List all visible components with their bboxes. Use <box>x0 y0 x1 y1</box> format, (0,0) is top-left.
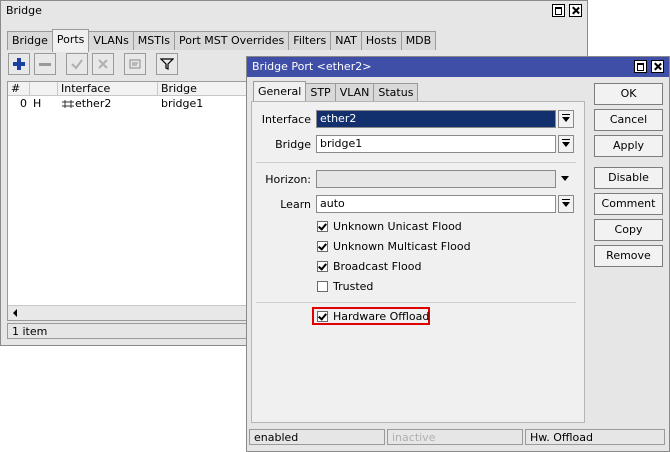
cross-icon <box>98 59 108 69</box>
ok-button[interactable]: OK <box>594 83 663 105</box>
bridge-status: 1 item <box>7 323 249 339</box>
learn-label: Learn <box>280 198 311 211</box>
unknown-multicast-flood-checkbox[interactable] <box>317 241 328 252</box>
row-flag: H <box>33 97 42 110</box>
dialog-maximize-icon[interactable] <box>634 60 647 73</box>
filter-button[interactable] <box>156 53 178 75</box>
unknown-unicast-flood-checkbox[interactable] <box>317 221 328 232</box>
add-button[interactable] <box>8 53 30 75</box>
status-enabled: enabled <box>249 429 385 445</box>
maximize-icon[interactable] <box>552 4 565 17</box>
table-row[interactable]: 0 H ether2 bridge1 <box>8 97 250 111</box>
row-interface: ether2 <box>75 97 112 110</box>
bridge-toolbar <box>8 53 178 75</box>
learn-select[interactable]: auto <box>316 195 556 213</box>
interface-label: Interface <box>261 113 311 126</box>
interface-select[interactable]: ether2 <box>316 110 556 128</box>
unknown-multicast-flood-label: Unknown Multicast Flood <box>333 240 471 253</box>
horizon-expand-icon[interactable] <box>558 170 574 188</box>
ports-table: # Interface Bridge 0 H ether2 bridge1 <box>7 81 250 321</box>
horizon-label: Horizon: <box>265 173 311 186</box>
trusted-label: Trusted <box>333 280 374 293</box>
tab-vlan[interactable]: VLAN <box>334 83 375 102</box>
tab-ports[interactable]: Ports <box>51 29 90 52</box>
check-icon <box>71 59 83 70</box>
bridge-window-title: Bridge <box>6 4 42 17</box>
learn-dropdown-icon[interactable] <box>558 195 574 213</box>
dialog-titlebar[interactable]: Bridge Port <ether2> <box>247 57 669 77</box>
remove-button[interactable] <box>34 53 56 75</box>
horizon-field[interactable] <box>316 170 556 188</box>
separator <box>256 302 576 303</box>
row-interface-cell: ether2 <box>58 97 158 111</box>
filter-icon <box>160 58 174 70</box>
minus-icon <box>39 63 51 66</box>
dialog-title: Bridge Port <ether2> <box>252 60 372 73</box>
ethernet-icon <box>62 100 74 108</box>
trusted-checkbox[interactable] <box>317 281 328 292</box>
tab-mdb[interactable]: MDB <box>400 31 437 50</box>
broadcast-flood-label: Broadcast Flood <box>333 260 422 273</box>
col-number[interactable]: # <box>8 82 30 96</box>
disable-button[interactable] <box>92 53 114 75</box>
scroll-left-icon[interactable] <box>10 307 20 319</box>
interface-dropdown-icon[interactable] <box>558 110 574 128</box>
bridge-select[interactable]: bridge1 <box>316 135 556 153</box>
table-header: # Interface Bridge <box>8 82 250 96</box>
hardware-offload-label: Hardware Offload <box>333 310 430 323</box>
broadcast-flood-checkbox[interactable] <box>317 261 328 272</box>
dialog-close-icon[interactable] <box>651 60 664 73</box>
row-bridge: bridge1 <box>161 97 204 110</box>
plus-icon <box>13 58 25 70</box>
comment-button[interactable] <box>124 53 146 75</box>
row-number: 0 <box>20 97 27 110</box>
col-bridge[interactable]: Bridge <box>158 82 250 96</box>
bridge-titlebar[interactable]: Bridge <box>1 1 587 21</box>
separator <box>256 162 576 163</box>
tab-stp[interactable]: STP <box>305 83 336 102</box>
horizontal-scrollbar[interactable] <box>8 305 248 320</box>
status-inactive: inactive <box>387 429 523 445</box>
close-icon[interactable] <box>569 4 582 17</box>
tab-port-mst-overrides[interactable]: Port MST Overrides <box>173 31 290 50</box>
status-hw-offload: Hw. Offload <box>525 429 665 445</box>
apply-button[interactable]: Apply <box>594 135 663 157</box>
col-flags[interactable] <box>30 82 58 96</box>
note-icon <box>129 59 141 69</box>
remove-button[interactable]: Remove <box>594 245 663 267</box>
tab-nat[interactable]: NAT <box>330 31 362 50</box>
disable-button[interactable]: Disable <box>594 167 663 189</box>
cancel-button[interactable]: Cancel <box>594 109 663 131</box>
comment-button[interactable]: Comment <box>594 193 663 215</box>
unknown-unicast-flood-label: Unknown Unicast Flood <box>333 220 462 233</box>
tab-vlans[interactable]: VLANs <box>88 31 134 50</box>
bridge-label: Bridge <box>275 138 311 151</box>
col-interface[interactable]: Interface <box>58 82 158 96</box>
tab-hosts[interactable]: Hosts <box>360 31 402 50</box>
tab-status[interactable]: Status <box>373 83 419 102</box>
copy-button[interactable]: Copy <box>594 219 663 241</box>
bridge-dropdown-icon[interactable] <box>558 135 574 153</box>
hardware-offload-checkbox[interactable] <box>317 311 328 322</box>
tab-mstis[interactable]: MSTIs <box>132 31 175 50</box>
tab-filters[interactable]: Filters <box>288 31 332 50</box>
enable-button[interactable] <box>66 53 88 75</box>
tab-bridge[interactable]: Bridge <box>7 31 53 50</box>
bridge-tabs: Bridge Ports VLANs MSTIs Port MST Overri… <box>7 29 437 54</box>
